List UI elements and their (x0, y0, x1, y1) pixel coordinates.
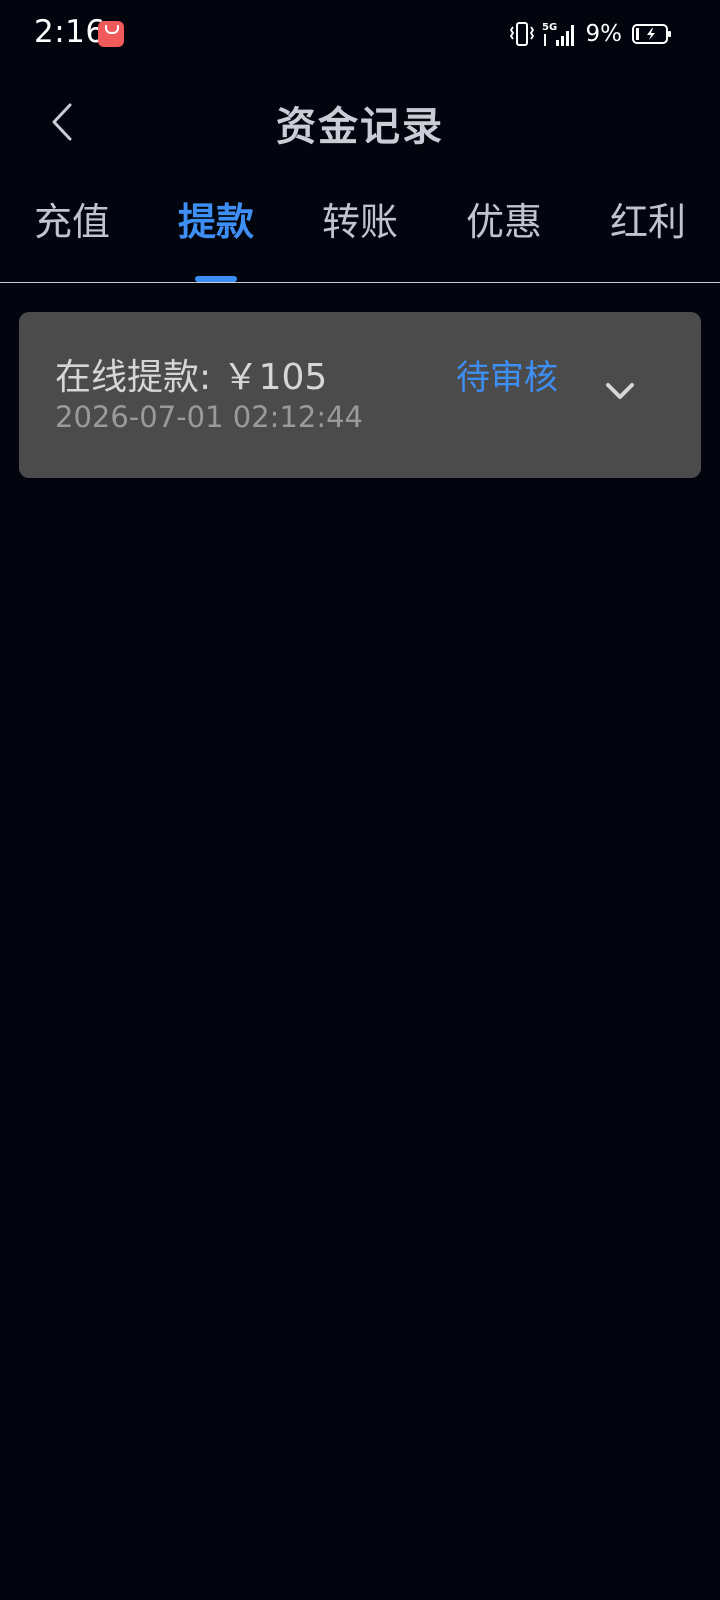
page-title: 资金记录 (276, 104, 444, 150)
status-bar: 2:16 5G 9% (0, 0, 720, 68)
tab-withdraw[interactable]: 提款 (156, 190, 276, 280)
tab-transfer[interactable]: 转账 (300, 190, 420, 280)
tab-bar: 充值 提款 转账 优惠 红利 (0, 190, 720, 283)
status-icons: 5G 9% (508, 18, 673, 50)
chevron-down-icon[interactable] (603, 380, 637, 404)
header: 资金记录 (0, 88, 720, 156)
5g-signal-icon: 5G (542, 22, 574, 46)
record-status: 待审核 (456, 358, 558, 398)
app-notification-icon (98, 21, 124, 47)
tab-bonus[interactable]: 红利 (588, 190, 708, 280)
record-card[interactable]: 在线提款: ￥105 2026-07-01 02:12:44 待审核 (19, 312, 701, 478)
battery-percent: 9% (585, 21, 623, 47)
tab-promotion[interactable]: 优惠 (444, 190, 564, 280)
active-tab-indicator (195, 276, 237, 282)
svg-text:5G: 5G (542, 22, 557, 33)
battery-charging-icon (632, 24, 671, 44)
tab-deposit[interactable]: 充值 (12, 190, 132, 280)
vibrate-icon (509, 22, 534, 46)
status-time: 2:16 (34, 14, 106, 50)
record-timestamp: 2026-07-01 02:12:44 (55, 400, 363, 434)
screen: 2:16 5G 9% 资金记录 充值 提款 转账 优惠 红利 在线提款: ￥10… (0, 0, 720, 1600)
record-title: 在线提款: ￥105 (55, 357, 328, 398)
